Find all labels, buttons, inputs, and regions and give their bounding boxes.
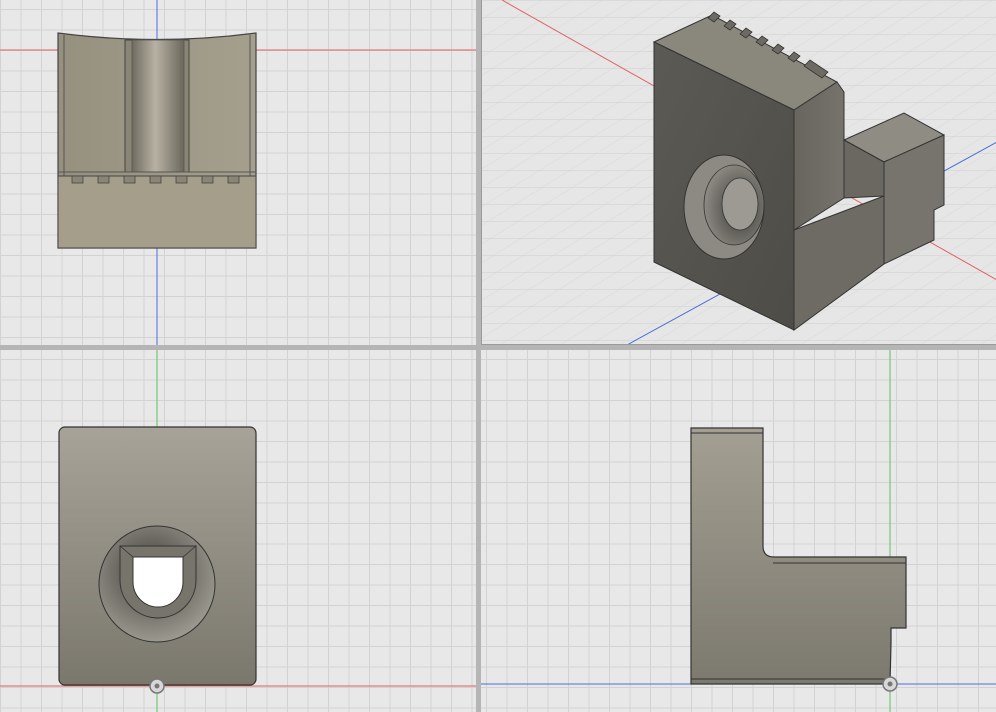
viewport-divider-horizontal[interactable] [0,345,996,350]
home-view-canvas[interactable] [482,0,996,345]
origin-pivot-icon[interactable] [882,676,898,692]
right-view-canvas[interactable] [481,350,996,712]
front-view-canvas[interactable] [0,350,476,712]
part-front-view[interactable] [58,426,257,686]
viewport-top[interactable] [0,0,476,345]
origin-pivot-icon[interactable] [149,678,165,694]
viewport-divider-vertical[interactable] [476,0,481,712]
part-right-view[interactable] [690,427,907,685]
part-top-view[interactable] [57,32,257,249]
top-view-canvas[interactable] [0,0,476,345]
viewport-home[interactable] [481,0,996,345]
viewport-front[interactable] [0,350,476,712]
viewport-right[interactable] [481,350,996,712]
